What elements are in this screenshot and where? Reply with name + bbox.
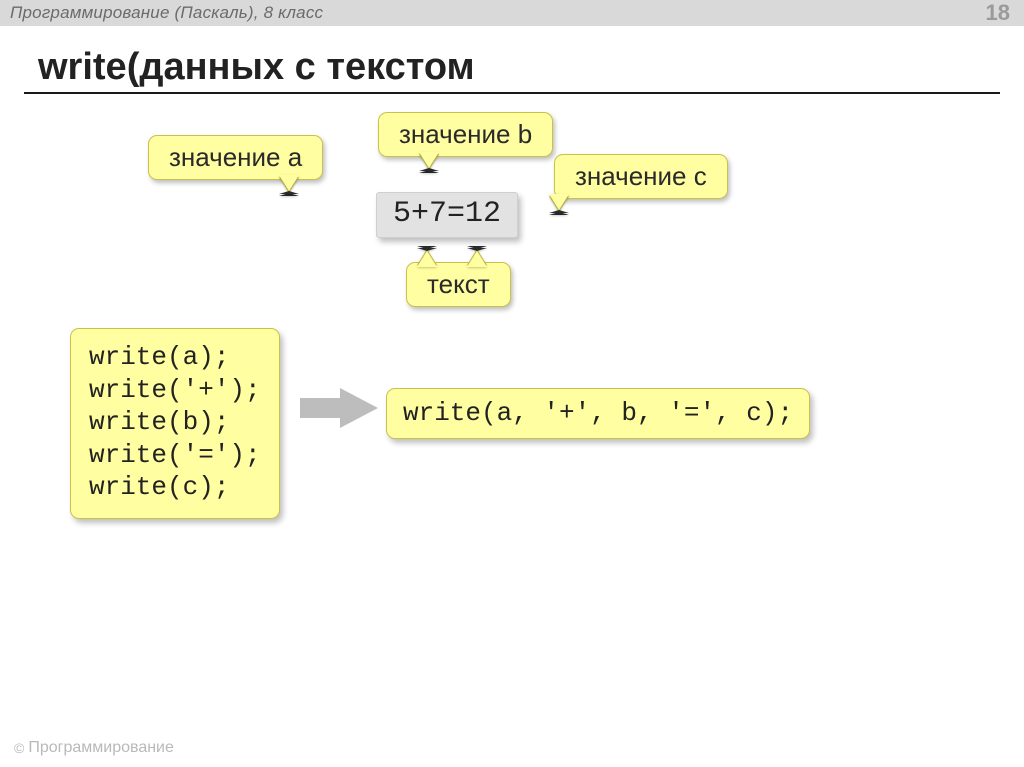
callout-label: текст [427,269,490,299]
callout-value-c: значение c [554,154,728,199]
expression-text: 5+7=12 [393,197,501,231]
expression-box: 5+7=12 [376,192,518,238]
callout-text: текст [406,262,511,307]
page-title: write(данных с текстом [38,46,475,89]
copyright-icon: © [14,740,24,756]
code-text: write(a, '+', b, '=', c); [403,398,793,428]
arrow-icon [300,388,380,428]
callout-label: значение a [169,142,302,172]
footer: © Программирование [14,739,174,757]
title-rule [24,92,1000,94]
code-panel-left: write(a); write('+'); write(b); write('=… [70,328,280,519]
breadcrumb: Программирование (Паскаль), 8 класс [10,3,323,23]
callout-value-b: значение b [378,112,553,157]
code-text: write(a); write('+'); write(b); write('=… [89,342,261,502]
code-panel-right: write(a, '+', b, '=', c); [386,388,810,439]
top-bar: Программирование (Паскаль), 8 класс 18 [0,0,1024,26]
callout-label: значение b [399,119,532,149]
page-number: 18 [986,0,1010,26]
callout-value-a: значение a [148,135,323,180]
slide: Программирование (Паскаль), 8 класс 18 w… [0,0,1024,767]
footer-text: Программирование [28,739,174,757]
callout-label: значение c [575,161,707,191]
